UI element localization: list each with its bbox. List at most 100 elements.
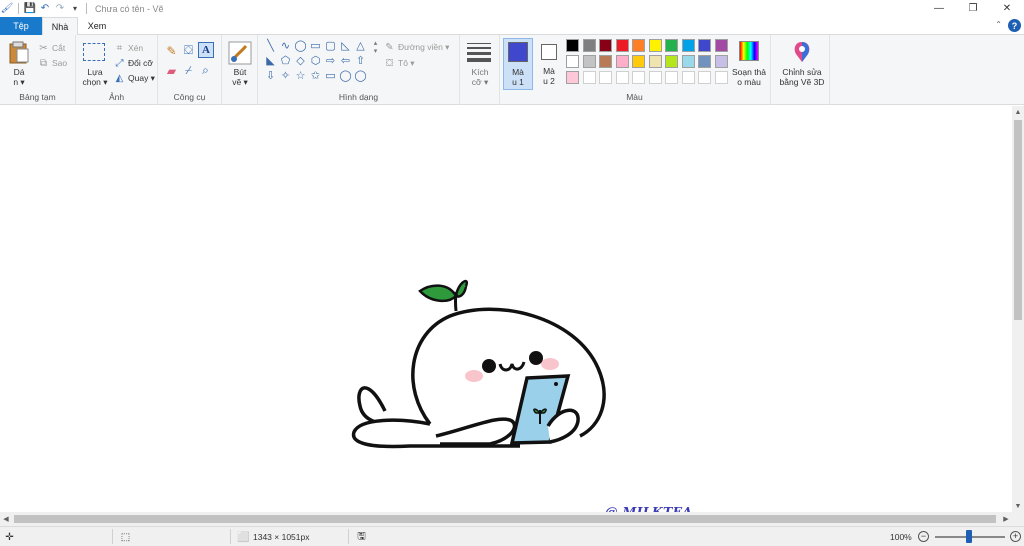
zoom-in-button[interactable]: + — [1010, 531, 1021, 542]
eraser-icon[interactable]: ▰ — [166, 64, 177, 78]
tab-view[interactable]: Xem — [80, 17, 114, 35]
palette-swatch[interactable] — [698, 71, 711, 84]
redo-icon[interactable]: ↷ — [54, 3, 66, 15]
palette-swatch[interactable] — [566, 39, 579, 52]
shape-option-icon[interactable]: ⬠ — [279, 55, 292, 67]
palette-swatch[interactable] — [632, 39, 645, 52]
palette-swatch[interactable] — [714, 71, 728, 84]
palette-swatch[interactable] — [681, 71, 695, 84]
tab-home[interactable]: Nhà — [42, 17, 78, 36]
fill-button[interactable]: ⛋ Tô ▾ — [384, 56, 415, 70]
palette-swatch[interactable] — [681, 39, 695, 52]
color-picker-icon[interactable]: ⌿ — [183, 63, 194, 77]
shape-option-icon[interactable]: ▭ — [324, 70, 337, 82]
palette-swatch[interactable] — [582, 39, 596, 52]
shape-option-icon[interactable]: ◯ — [294, 40, 307, 52]
vertical-scroll-thumb[interactable] — [1014, 120, 1022, 320]
rotate-button[interactable]: ◭ Quay ▾ — [114, 71, 155, 85]
size-button[interactable]: Kích cỡ ▾ — [464, 39, 496, 91]
palette-swatch[interactable] — [714, 39, 728, 52]
palette-swatch[interactable] — [615, 39, 629, 52]
palette-swatch[interactable] — [599, 71, 612, 84]
shape-option-icon[interactable]: ✧ — [279, 70, 292, 82]
shape-option-icon[interactable]: ☆ — [294, 70, 307, 82]
palette-swatch[interactable] — [582, 71, 596, 84]
shape-option-icon[interactable]: ⇩ — [264, 70, 277, 82]
horizontal-scrollbar[interactable]: ◀ ▶ — [0, 512, 1012, 526]
shape-option-icon[interactable]: △ — [354, 40, 367, 52]
restore-button[interactable]: ❐ — [956, 0, 990, 17]
crop-button[interactable]: ⌗ Xén — [114, 41, 143, 55]
tab-file[interactable]: Tệp — [0, 17, 42, 35]
shape-option-icon[interactable]: ⇨ — [324, 55, 337, 67]
shapes-gallery-scroll-icon[interactable]: ▴ ▾ — [370, 40, 381, 55]
shape-option-icon[interactable]: ◯ — [339, 70, 352, 82]
help-icon[interactable]: ? — [1008, 19, 1021, 32]
shape-option-icon[interactable]: ⇦ — [339, 55, 352, 67]
palette-swatch[interactable] — [665, 71, 678, 84]
palette-swatch[interactable] — [698, 55, 711, 68]
palette-swatch[interactable] — [582, 55, 596, 68]
customize-qat-chevron-icon[interactable]: ▾ — [69, 3, 81, 15]
shape-option-icon[interactable]: ✩ — [309, 70, 322, 82]
horizontal-scroll-thumb[interactable] — [14, 515, 996, 523]
collapse-ribbon-icon[interactable]: ⌃ — [995, 20, 1002, 29]
edit-with-paint3d-button[interactable]: Chỉnh sửa bằng Vẽ 3D — [775, 39, 829, 89]
zoom-out-button[interactable]: − — [918, 531, 929, 542]
resize-button[interactable]: ⤢ Đổi cỡ — [114, 56, 153, 70]
close-button[interactable]: ✕ — [990, 0, 1024, 17]
shape-option-icon[interactable]: ╲ — [264, 40, 277, 52]
scroll-up-icon[interactable]: ▲ — [1012, 106, 1024, 118]
scroll-down-icon[interactable]: ▼ — [1012, 500, 1024, 512]
color2-swatch — [541, 44, 557, 60]
shape-option-icon[interactable]: ∿ — [279, 40, 292, 52]
palette-swatch[interactable] — [698, 39, 711, 52]
scroll-left-icon[interactable]: ◀ — [0, 512, 12, 526]
brushes-button[interactable]: Bút vẽ ▾ — [225, 39, 255, 91]
cut-button[interactable]: ✂ Cắt — [38, 41, 65, 55]
magnifier-icon[interactable]: ⌕ — [200, 63, 211, 77]
palette-swatch[interactable] — [648, 71, 662, 84]
edit-colors-button[interactable]: Soạn thả o màu — [728, 39, 770, 89]
palette-swatch[interactable] — [632, 55, 645, 68]
palette-swatch[interactable] — [714, 55, 728, 68]
undo-icon[interactable]: ↶ — [39, 3, 51, 15]
vertical-scrollbar[interactable]: ▲ ▼ — [1012, 106, 1024, 512]
shape-option-icon[interactable]: ◯ — [354, 70, 367, 82]
paste-label-2: n ▾ — [13, 77, 25, 87]
text-tool-icon[interactable]: A — [198, 42, 214, 58]
palette-swatch[interactable] — [648, 39, 662, 52]
palette-swatch[interactable] — [566, 71, 579, 84]
copy-button[interactable]: ⧉ Sao — [38, 56, 67, 70]
palette-swatch[interactable] — [681, 55, 695, 68]
fill-bucket-icon[interactable]: ⛋ — [183, 43, 194, 57]
pencil-icon[interactable]: ✎ — [166, 44, 177, 58]
outline-button[interactable]: ✎ Đường viền ▾ — [384, 40, 449, 54]
paint-app-icon[interactable]: 🖌 — [1, 3, 14, 15]
palette-swatch[interactable] — [599, 39, 612, 52]
scroll-right-icon[interactable]: ▶ — [1000, 512, 1012, 526]
minimize-button[interactable]: — — [922, 0, 956, 17]
drawing-canvas[interactable]: @ MILKTEA — [0, 106, 1012, 519]
save-icon[interactable]: 💾 — [24, 3, 36, 15]
shape-option-icon[interactable]: ⬡ — [309, 55, 322, 67]
select-button[interactable]: Lựa chọn ▾ — [80, 39, 110, 89]
palette-swatch[interactable] — [648, 55, 662, 68]
shape-option-icon[interactable]: ⇧ — [354, 55, 367, 67]
shape-option-icon[interactable]: ◣ — [264, 55, 277, 67]
palette-swatch[interactable] — [615, 55, 629, 68]
paste-button[interactable]: Dá n ▾ — [6, 39, 32, 89]
zoom-slider-thumb[interactable] — [966, 530, 972, 543]
shape-option-icon[interactable]: ▢ — [324, 40, 337, 52]
color2-button[interactable]: Mà u 2 — [535, 38, 565, 90]
color1-button[interactable]: Mà u 1 — [503, 38, 533, 90]
palette-swatch[interactable] — [665, 55, 678, 68]
shape-option-icon[interactable]: ▭ — [309, 40, 322, 52]
palette-swatch[interactable] — [665, 39, 678, 52]
palette-swatch[interactable] — [615, 71, 629, 84]
palette-swatch[interactable] — [599, 55, 612, 68]
shape-option-icon[interactable]: ◇ — [294, 55, 307, 67]
palette-swatch[interactable] — [566, 55, 579, 68]
palette-swatch[interactable] — [632, 71, 645, 84]
shape-option-icon[interactable]: ◺ — [339, 40, 352, 52]
